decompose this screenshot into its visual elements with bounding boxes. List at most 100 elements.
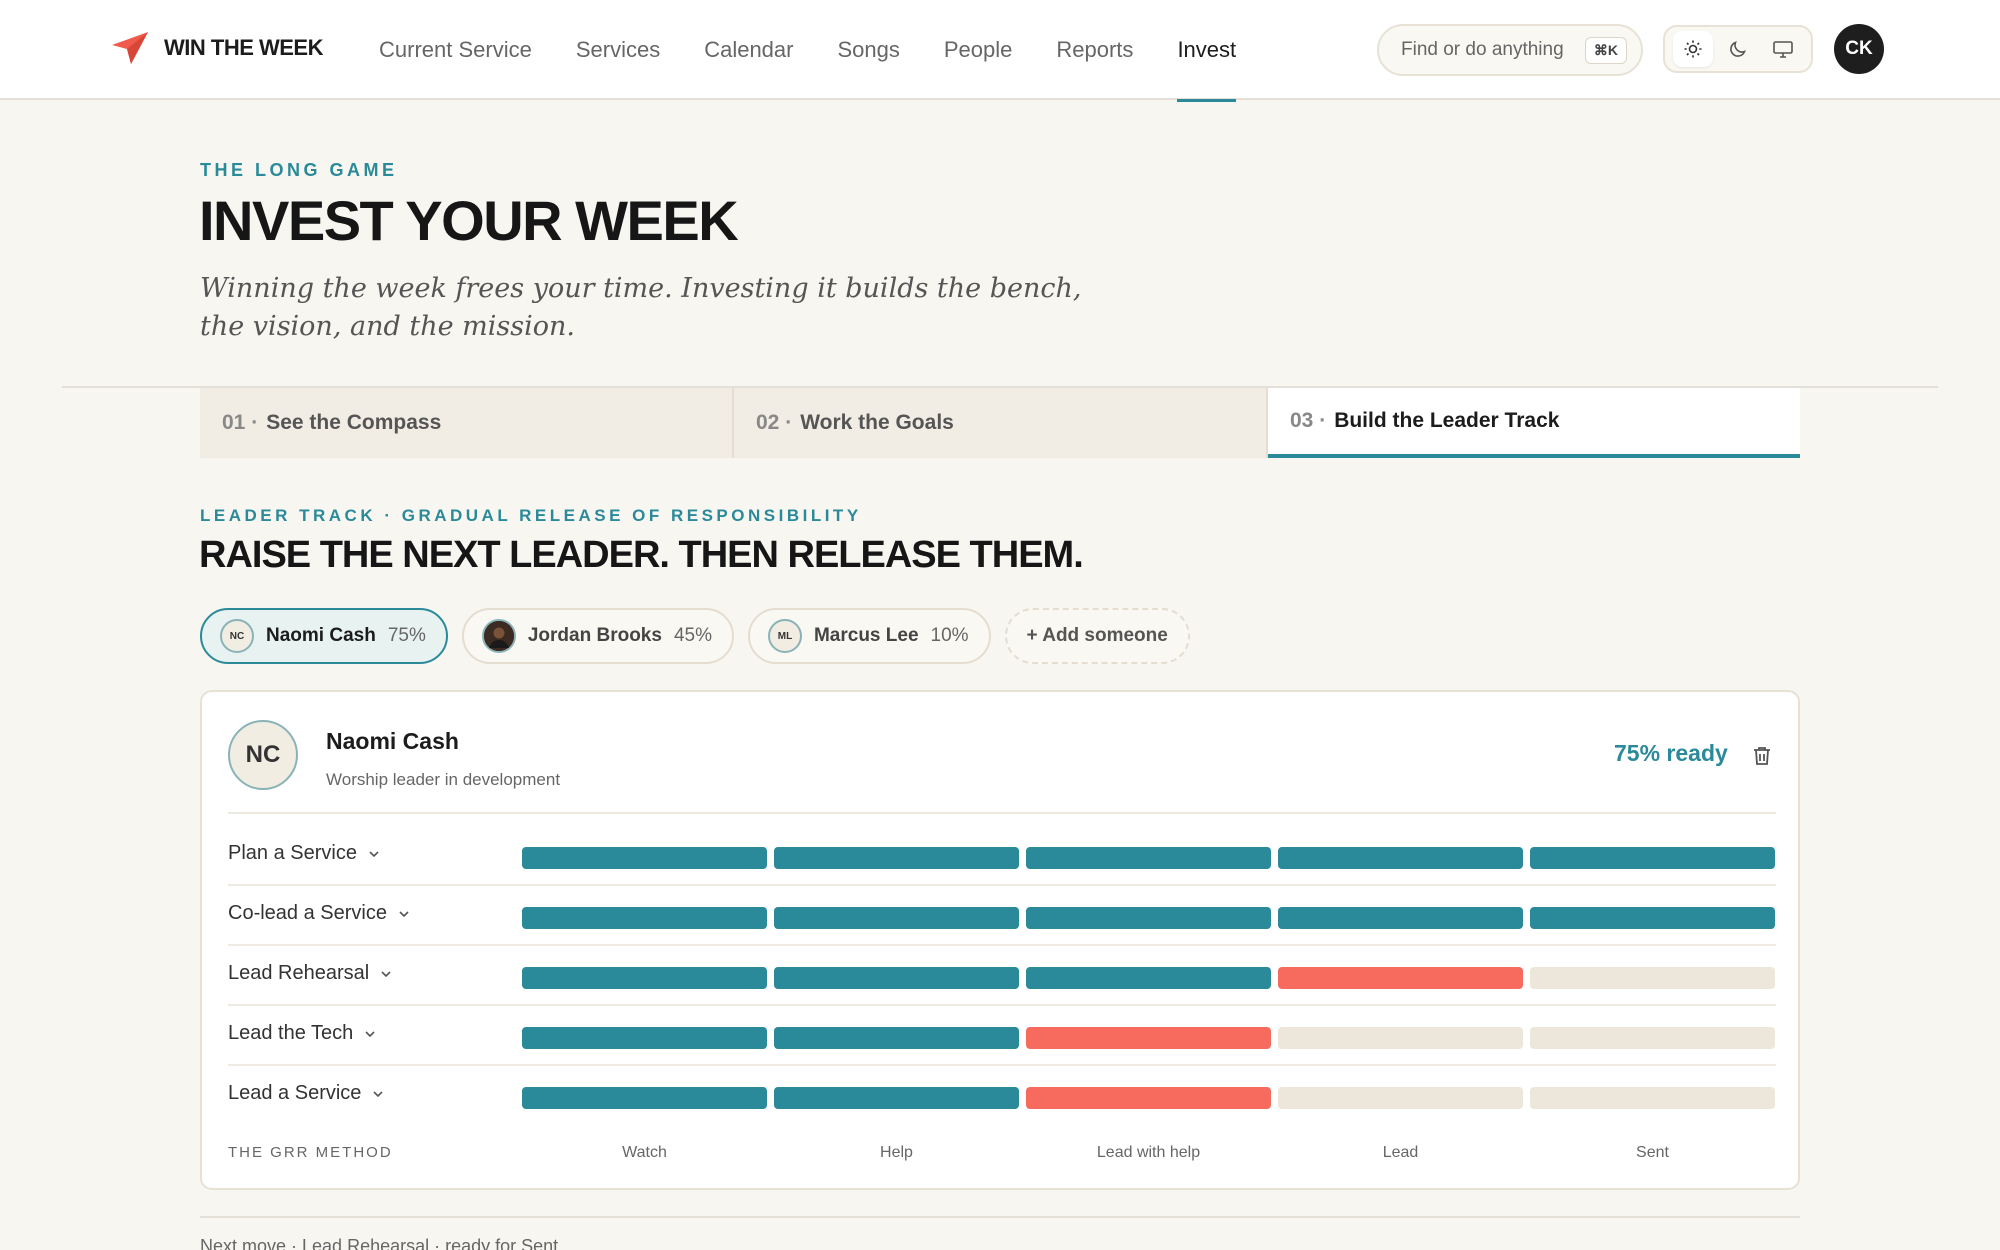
avatar: NC [220,619,254,653]
person-percent: 45% [673,625,712,646]
chevron-down-icon [399,910,409,917]
skill-label: Lead Rehearsal [228,962,370,984]
stage-segment-sent[interactable] [1530,1087,1775,1109]
skill-dropdown[interactable]: Lead Rehearsal [228,962,393,985]
chevron-down-icon [381,970,391,977]
tab-build-the-leader-track[interactable]: 03 · Build the Leader Track [1268,388,1800,458]
stage-segment-lead-with-help[interactable] [1026,1027,1271,1049]
divider [200,1216,1800,1218]
stage-segment-lead-with-help[interactable] [1026,967,1271,989]
skill-row: Lead a Service [228,1066,1776,1126]
main-nav: Current Service Services Calendar Songs … [379,0,1236,102]
skill-label: Co-lead a Service [228,902,387,924]
person-photo-icon [483,621,514,651]
leader-name: Naomi Cash [326,728,459,754]
leader-role: Worship leader in development [326,770,561,789]
brand-logo[interactable]: WIN THE WEEK [110,30,324,66]
chevron-down-icon [369,850,379,857]
person-name: Naomi Cash [266,625,376,646]
stage-segment-lead[interactable] [1278,847,1523,869]
stage-segment-help[interactable] [774,847,1019,869]
skill-label: Lead a Service [228,1082,362,1104]
stage-segment-lead[interactable] [1278,1087,1523,1109]
step-label: Work the Goals [800,411,954,434]
chevron-down-icon [373,1090,383,1097]
people-selector: NC Naomi Cash 75% Jordan Brooks 45% ML M… [200,608,1190,664]
sun-icon [1684,40,1702,58]
readiness-percent: 75% ready [1614,740,1728,766]
stage-segment-sent[interactable] [1530,847,1775,869]
nav-songs[interactable]: Songs [837,0,899,100]
light-mode-button[interactable] [1673,31,1714,67]
stage-segment-watch[interactable] [522,967,767,989]
stage-label: Lead with help [1096,1144,1201,1161]
theme-switcher [1663,25,1813,73]
step-label: See the Compass [266,411,442,434]
stage-segment-help[interactable] [774,967,1019,989]
hero-eyebrow: THE LONG GAME [200,160,398,180]
avatar: NC [228,720,298,790]
search-placeholder: Find or do anything [1401,39,1564,60]
person-name: Jordan Brooks [527,625,662,646]
grr-method-label: THE GRR METHOD [228,1144,393,1161]
skill-dropdown[interactable]: Lead a Service [228,1082,385,1105]
trash-icon[interactable] [1750,744,1774,768]
stage-segment-lead[interactable] [1278,907,1523,929]
tab-work-the-goals[interactable]: 02 · Work the Goals [734,388,1268,458]
stage-segment-lead[interactable] [1278,1027,1523,1049]
stage-segment-watch[interactable] [522,907,767,929]
skill-label: Plan a Service [228,842,357,864]
nav-people[interactable]: People [944,0,1013,100]
stage-segment-watch[interactable] [522,847,767,869]
nav-current-service[interactable]: Current Service [379,0,532,100]
tab-see-the-compass[interactable]: 01 · See the Compass [200,388,734,458]
chevron-down-icon [365,1030,375,1037]
stage-segment-lead-with-help[interactable] [1026,907,1271,929]
nav-invest[interactable]: Invest [1177,0,1236,102]
section-title: RAISE THE NEXT LEADER. THEN RELEASE THEM… [199,534,1084,576]
skill-dropdown[interactable]: Plan a Service [228,842,381,865]
person-chip-marcus-lee[interactable]: ML Marcus Lee 10% [747,608,991,664]
system-mode-button[interactable] [1763,31,1803,67]
stage-segment-lead-with-help[interactable] [1026,1087,1271,1109]
paper-plane-logo-icon [112,32,148,64]
step-number: 02 · [756,411,793,434]
user-avatar[interactable]: CK [1834,24,1884,74]
skill-row: Lead the Tech [228,1006,1776,1066]
stage-label: Help [880,1144,913,1161]
stage-segment-sent[interactable] [1530,967,1775,989]
stage-segment-sent[interactable] [1530,907,1775,929]
add-someone-button[interactable]: + Add someone [1004,608,1190,664]
skill-label: Lead the Tech [228,1022,354,1044]
person-percent: 75% [387,625,426,646]
stage-segment-lead-with-help[interactable] [1026,847,1271,869]
stage-label: Sent [1636,1144,1669,1161]
skill-dropdown[interactable]: Lead the Tech [228,1022,377,1045]
shortcut-badge: ⌘K [1584,36,1627,64]
stage-segment-watch[interactable] [522,1087,767,1109]
person-chip-jordan-brooks[interactable]: Jordan Brooks 45% [461,608,734,664]
skill-row: Co-lead a Service [228,886,1776,946]
stage-segment-help[interactable] [774,1087,1019,1109]
person-name: Marcus Lee [813,625,919,646]
nav-reports[interactable]: Reports [1056,0,1133,100]
section-eyebrow: LEADER TRACK · GRADUAL RELEASE OF RESPON… [200,506,862,525]
stage-segment-help[interactable] [774,1027,1019,1049]
next-move-text: Next move · Lead Rehearsal · ready for S… [200,1236,559,1250]
command-search[interactable]: Find or do anything ⌘K [1377,24,1643,76]
dark-mode-button[interactable] [1718,31,1758,67]
nav-services[interactable]: Services [576,0,660,100]
avatar: ML [767,619,802,653]
page-subtitle: Winning the week frees your time. Invest… [200,273,1082,342]
monitor-icon [1772,41,1793,58]
stage-segment-lead[interactable] [1278,967,1523,989]
leader-track-card: NC Naomi Cash Worship leader in developm… [200,690,1800,1190]
brand-name: WIN THE WEEK [164,35,324,60]
step-label: Build the Leader Track [1334,409,1560,432]
stage-segment-help[interactable] [774,907,1019,929]
stage-segment-sent[interactable] [1530,1027,1775,1049]
nav-calendar[interactable]: Calendar [704,0,793,100]
skill-dropdown[interactable]: Co-lead a Service [228,902,411,925]
stage-segment-watch[interactable] [522,1027,767,1049]
person-chip-naomi-cash[interactable]: NC Naomi Cash 75% [200,608,448,664]
